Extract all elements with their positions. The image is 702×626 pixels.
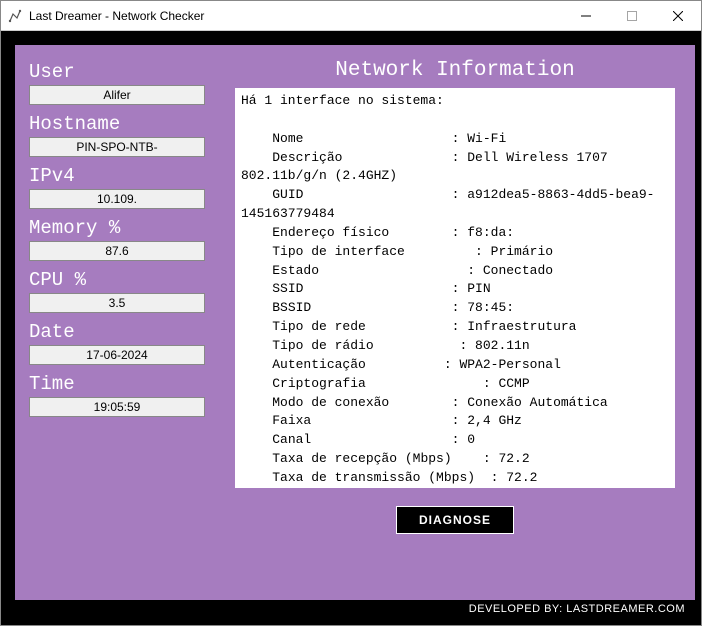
diagnose-button[interactable]: DIAGNOSE: [396, 506, 514, 534]
app-icon: [7, 8, 23, 24]
time-value: 19:05:59: [29, 397, 205, 417]
ipv4-value: 10.109.: [29, 189, 205, 209]
cpu-value: 3.5: [29, 293, 205, 313]
diagnose-row: DIAGNOSE: [235, 506, 675, 534]
titlebar: Last Dreamer - Network Checker: [1, 1, 701, 31]
network-info-panel: Há 1 interface no sistema: Nome : Wi-Fi …: [235, 88, 675, 488]
hostname-value: PIN-SPO-NTB-: [29, 137, 205, 157]
footer-credit: DEVELOPED BY: LASTDREAMER.COM: [15, 600, 695, 619]
section-title: Network Information: [235, 59, 675, 82]
close-button[interactable]: [655, 1, 701, 30]
date-label: Date: [29, 321, 205, 343]
ipv4-label: IPv4: [29, 165, 205, 187]
main-panel: Network Information Há 1 interface no si…: [225, 45, 695, 600]
time-label: Time: [29, 373, 205, 395]
date-value: 17-06-2024: [29, 345, 205, 365]
memory-value: 87.6: [29, 241, 205, 261]
outer-frame: User Alifer Hostname PIN-SPO-NTB- IPv4 1…: [1, 31, 701, 625]
content-area: User Alifer Hostname PIN-SPO-NTB- IPv4 1…: [15, 45, 695, 600]
maximize-button: [609, 1, 655, 30]
user-value: Alifer: [29, 85, 205, 105]
minimize-button[interactable]: [563, 1, 609, 30]
hostname-label: Hostname: [29, 113, 205, 135]
window-controls: [563, 1, 701, 30]
user-label: User: [29, 61, 205, 83]
app-window: Last Dreamer - Network Checker User Alif…: [0, 0, 702, 626]
sidebar: User Alifer Hostname PIN-SPO-NTB- IPv4 1…: [15, 45, 225, 600]
cpu-label: CPU %: [29, 269, 205, 291]
memory-label: Memory %: [29, 217, 205, 239]
window-title: Last Dreamer - Network Checker: [29, 9, 563, 23]
